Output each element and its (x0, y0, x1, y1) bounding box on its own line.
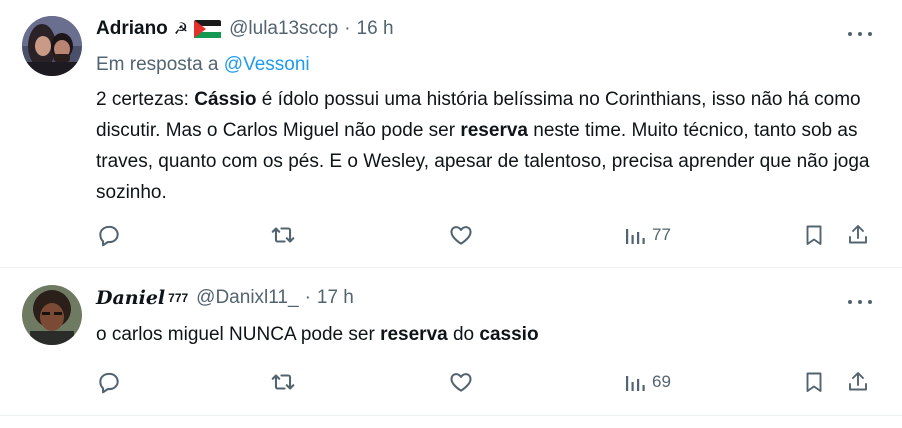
separator-dot: · (344, 18, 351, 39)
tweet-header: Daniel 777 @Danixl11_ · 17 h (96, 287, 354, 309)
tweet-1[interactable]: Adriano ☭ @lula13sccp · 16 h Em resposta… (0, 0, 902, 268)
author-name[interactable]: Adriano (96, 18, 168, 40)
author-handle[interactable]: @lula13sccp (229, 18, 338, 40)
reply-context: Em resposta a @Vessoni (96, 54, 310, 76)
views-icon (626, 229, 645, 244)
views-count: 69 (652, 372, 671, 391)
reply-button[interactable] (96, 368, 122, 396)
author-handle[interactable]: @Danixl11_ (196, 287, 298, 309)
text-bold: reserva (460, 120, 528, 141)
views-icon (626, 376, 645, 391)
text-part: o carlos miguel NUNCA pode ser (96, 324, 381, 345)
timestamp[interactable]: 17 h (317, 287, 354, 309)
more-options-button[interactable] (848, 24, 872, 44)
avatar[interactable] (22, 16, 82, 76)
tweet-header: Adriano ☭ @lula13sccp · 16 h (96, 18, 394, 40)
more-icon (848, 300, 852, 304)
palestine-flag-icon (194, 19, 222, 39)
author-name[interactable]: Daniel (96, 287, 165, 309)
timestamp[interactable]: 16 h (357, 18, 394, 40)
text-bold: Cássio (194, 89, 257, 110)
like-icon (450, 226, 472, 245)
text-part: 2 certezas: (96, 89, 195, 110)
retweet-icon (271, 374, 295, 390)
avatar-couple-image (22, 16, 82, 76)
tweet-text: o carlos miguel NUNCA pode ser reserva d… (96, 319, 876, 350)
retweet-button[interactable] (270, 221, 296, 249)
share-button[interactable] (846, 221, 870, 249)
action-bar: 77 (96, 221, 872, 249)
avatar[interactable] (22, 285, 82, 345)
views-button[interactable]: 77 (624, 221, 671, 249)
text-bold: reserva (380, 324, 448, 345)
bookmark-button[interactable] (802, 368, 826, 396)
reply-button[interactable] (96, 221, 122, 249)
retweet-icon (271, 227, 295, 243)
more-icon (848, 32, 852, 36)
author-name-superscript: 777 (168, 291, 189, 305)
avatar-cartoon-image (22, 285, 82, 345)
tweet-2[interactable]: Daniel 777 @Danixl11_ · 17 h o carlos mi… (0, 268, 902, 416)
text-bold: cassio (479, 324, 539, 345)
share-button[interactable] (846, 368, 870, 396)
like-icon (450, 373, 472, 392)
reply-mention-link[interactable]: @Vessoni (224, 54, 310, 75)
separator-dot: · (304, 287, 311, 308)
bookmark-icon (806, 372, 822, 392)
action-bar: 69 (96, 368, 872, 396)
retweet-button[interactable] (270, 368, 296, 396)
reply-icon (99, 225, 119, 247)
like-button[interactable] (448, 368, 474, 396)
hammer-sickle-icon: ☭ (173, 21, 189, 38)
bookmark-button[interactable] (802, 221, 826, 249)
views-count: 77 (652, 225, 671, 244)
like-button[interactable] (448, 221, 474, 249)
views-button[interactable]: 69 (624, 368, 671, 396)
text-part: do (447, 324, 480, 345)
more-options-button[interactable] (848, 292, 872, 312)
reply-icon (99, 372, 119, 394)
share-icon (849, 225, 867, 244)
tweet-text: 2 certezas: Cássio é ídolo possui uma hi… (96, 84, 876, 208)
bookmark-icon (806, 225, 822, 245)
reply-label: Em resposta a (96, 54, 219, 75)
share-icon (849, 372, 867, 391)
